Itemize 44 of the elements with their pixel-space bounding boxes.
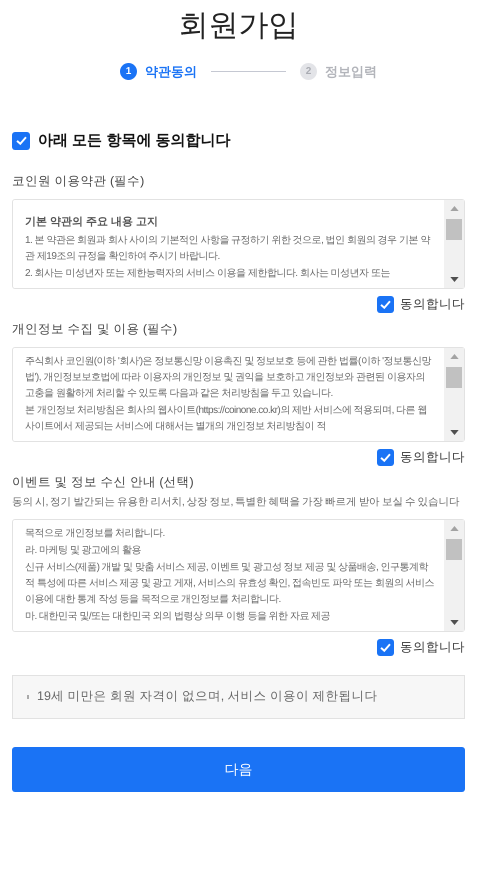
scrollbar-thumb[interactable] <box>446 366 462 388</box>
scroll-up-icon[interactable] <box>450 526 458 531</box>
scrollbar[interactable] <box>444 520 464 631</box>
scroll-up-icon[interactable] <box>450 206 458 211</box>
checkmark-icon <box>379 640 392 654</box>
section-title: 이벤트 및 정보 수신 안내 (선택) <box>12 474 195 491</box>
scroll-down-icon[interactable] <box>450 277 458 282</box>
terms-paragraph: 본 개인정보 처리방침은 회사의 웹사이트(https://coinone.co.kr)의 제반 서비스에 적용되며, 다른 웹사이트에서 제공되는 서비스에 대해서는 별개의 개인정보 처리방침이 적 <box>25 404 428 434</box>
terms-paragraph: 1. 본 약관은 회원과 회사 사이의 기본적인 사항을 규정하기 위한 것으로, 법인 회원의 경우 기본 약관 제19조의 규정을 확인하여 주시기 바랍니다. <box>25 234 432 264</box>
next-button[interactable]: 다음 <box>12 746 465 792</box>
agree-label: 동의합니다 <box>400 296 465 314</box>
agree-label: 동의합니다 <box>400 639 465 656</box>
section-title: 코인원 이용약관 (필수) <box>12 173 146 190</box>
step-number: 2 <box>300 63 317 80</box>
agree-label: 동의합니다 <box>400 448 465 466</box>
scrollbar-thumb[interactable] <box>446 218 462 240</box>
scroll-up-icon[interactable] <box>450 354 458 359</box>
scrollbar[interactable] <box>444 200 464 288</box>
terms-paragraph: 2. 회사는 미성년자 또는 제한능력자의 서비스 이용을 제한합니다. 회사는 미성년자 또는 <box>25 267 391 282</box>
terms-paragraph: 목적으로 개인정보를 처리합니다. <box>25 527 166 541</box>
scroll-down-icon[interactable] <box>450 620 458 625</box>
scrollbar[interactable] <box>444 348 464 441</box>
checkbox[interactable] <box>377 296 394 314</box>
checkmark-icon <box>379 450 392 464</box>
checkbox[interactable] <box>377 638 394 656</box>
step-number: 1 <box>120 63 137 80</box>
checkbox[interactable] <box>377 448 394 466</box>
terms-paragraph: 주식회사 코인원(이하 '회사')은 정보통신망 이용촉진 및 정보보호 등에 관한 법률(이하 '정보통신망법'), 개인정보보호법에 따라 이용자의 개인정보 및 권익을 보호하고 개인정보와 관련된 이용자의 고충을 원활하게 처리할 수 있도록 다음과 같은 처리방침을 두고 있습니다. <box>25 354 432 401</box>
section-description: 동의 시, 정기 발간되는 유용한 리서치, 상장 정보, 특별한 혜택을 가장 빠르게 받아 보실 수 있습니다 <box>12 495 460 510</box>
terms-paragraph: 라. 마케팅 및 광고에의 활용 <box>25 544 142 558</box>
scroll-down-icon[interactable] <box>450 430 458 435</box>
scrollbar-thumb[interactable] <box>446 539 462 560</box>
section-title: 개인정보 수집 및 이용 (필수) <box>12 321 178 338</box>
page-title: 회원가입 <box>178 8 300 44</box>
step-label: 정보입력 <box>325 63 377 81</box>
agree-all-label: 아래 모든 항목에 동의합니다 <box>38 130 231 150</box>
terms-paragraph: 신규 서비스(제품) 개발 및 맞춤 서비스 제공, 이벤트 및 광고성 정보 제공 및 상품배송, 인구통계학적 특성에 따른 서비스 제공 및 광고 게재, 서비스의 유효성 확인, 접속빈도 파악 또는 회원의 서비스 이용에 대한 통계 작성 등을 목적으로 개인정보를 처리합니다. <box>25 561 436 607</box>
notice-text: 19세 미만은 회원 자격이 없으며, 서비스 이용이 제한됩니다 <box>37 688 378 706</box>
terms-heading: 기본 약관의 주요 내용 고지 <box>25 214 160 230</box>
checkbox[interactable] <box>12 132 30 150</box>
terms-paragraph: 마. 대한민국 및/또는 대한민국 외의 법령상 의무 이행 등을 위한 자료 제공 <box>25 610 332 624</box>
step-label: 약관동의 <box>145 63 197 81</box>
checkmark-icon <box>379 298 392 312</box>
checkmark-icon <box>14 134 28 148</box>
